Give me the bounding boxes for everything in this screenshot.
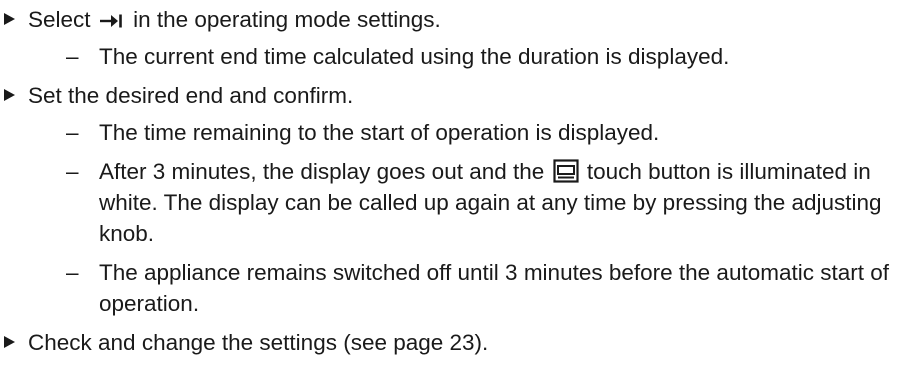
instruction-step-check-settings: Check and change the settings (see page … <box>0 327 919 358</box>
step-bullet-triangle-icon <box>4 13 15 25</box>
step-result: – The time remaining to the start of ope… <box>0 117 919 148</box>
result-dash: – <box>66 44 79 69</box>
step-bullet-triangle-icon <box>4 336 15 348</box>
instruction-document: Select in the operating mode settings. –… <box>0 4 919 358</box>
result-text-before: After 3 minutes, the display goes out an… <box>99 159 545 184</box>
step-result: – After 3 minutes, the display goes out … <box>0 156 919 249</box>
result-text: The appliance remains switched off until… <box>99 260 890 316</box>
step-result: – The appliance remains switched off unt… <box>0 257 919 319</box>
instruction-step-set-end: Set the desired end and confirm. <box>0 80 919 111</box>
result-dash: – <box>66 260 79 285</box>
result-text: The time remaining to the start of opera… <box>99 120 660 145</box>
step-text-after: in the operating mode settings. <box>133 7 441 32</box>
end-time-icon <box>99 14 122 28</box>
step-text: Set the desired end and confirm. <box>28 83 354 108</box>
step-text-before: Select <box>28 7 91 32</box>
result-dash: – <box>66 120 79 145</box>
step-text: Check and change the settings (see page … <box>28 330 489 355</box>
result-dash: – <box>66 159 79 184</box>
result-text: The current end time calculated using th… <box>99 44 730 69</box>
step-bullet-triangle-icon <box>4 89 15 101</box>
step-result: – The current end time calculated using … <box>0 41 919 72</box>
display-touch-button-icon <box>552 159 579 183</box>
instruction-step-select-end-time: Select in the operating mode settings. <box>0 4 919 35</box>
